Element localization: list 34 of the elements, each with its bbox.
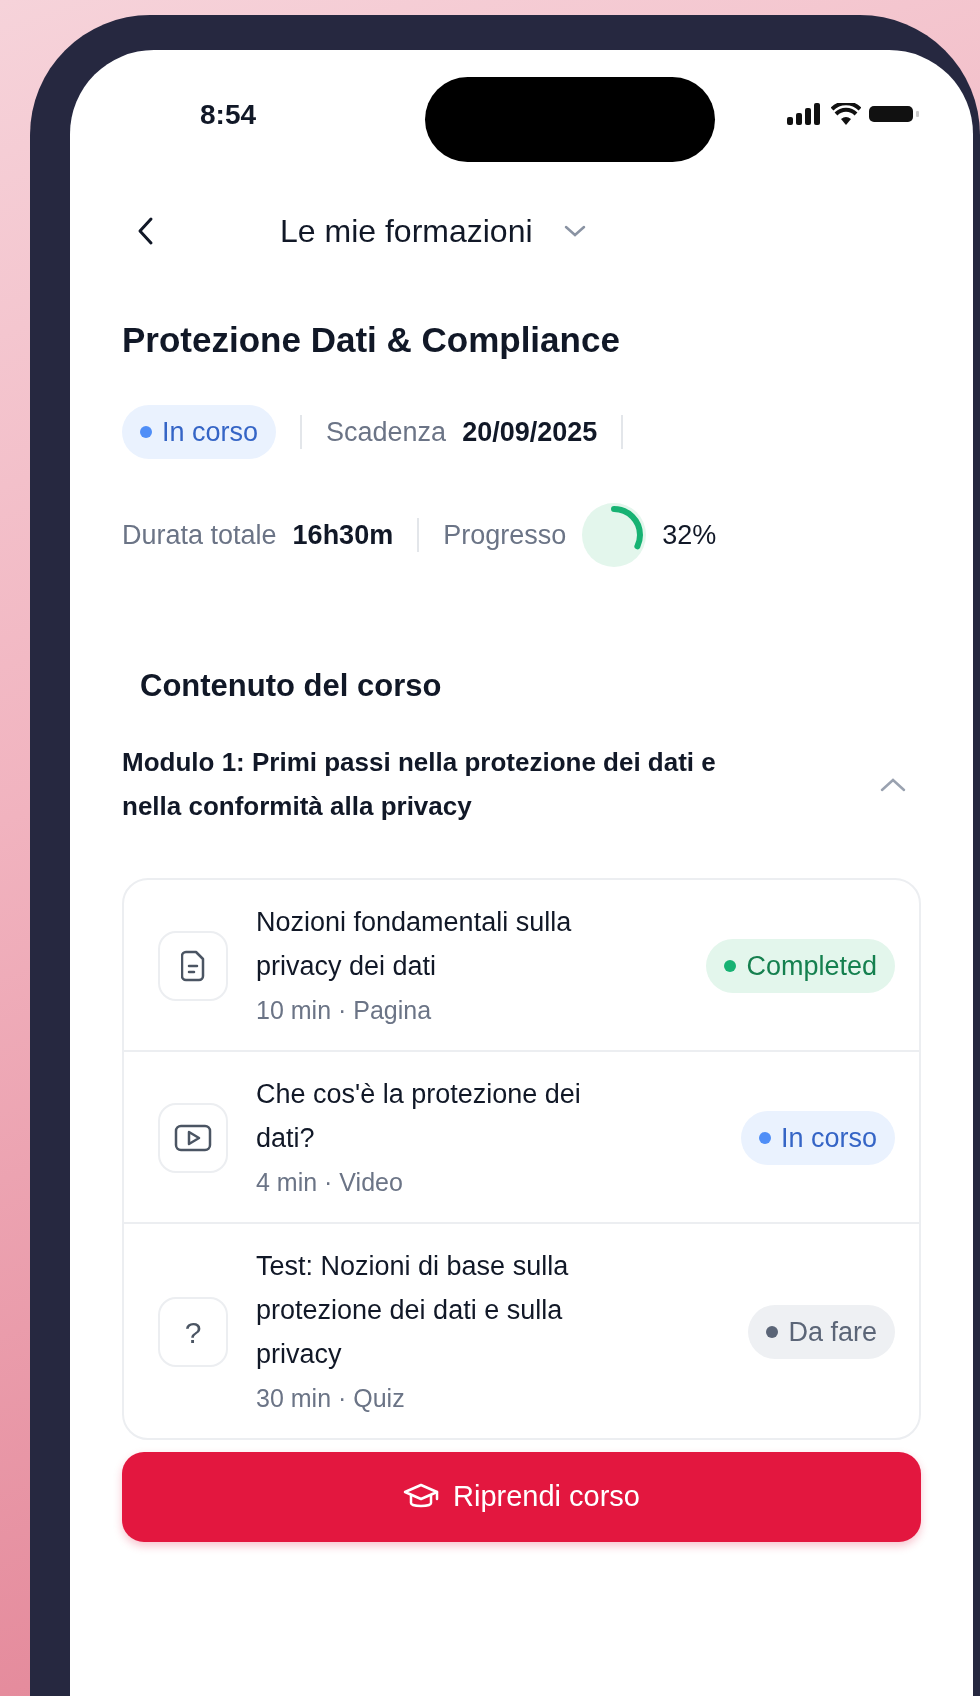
section-title: Contenuto del corso <box>140 667 443 705</box>
lesson-meta: 10 min · Pagina <box>256 995 433 1027</box>
status-pill: In corso <box>740 1111 895 1166</box>
chevron-down-icon <box>562 224 587 238</box>
lesson-row[interactable]: Che cos'è la protezione dei dati? 4 min · Video In corso <box>124 1050 919 1223</box>
battery-icon <box>869 104 921 124</box>
lesson-meta: 4 min · Video <box>256 1167 404 1199</box>
question-icon: ? <box>158 1297 228 1368</box>
duration-value: 16h30m <box>292 518 394 552</box>
chevron-up-icon <box>879 776 907 793</box>
module-title: Modulo 1: Primi passi nella protezione dei dati e nella conformità alla privacy <box>122 746 717 824</box>
deadline-value: 20/09/2025 <box>462 415 598 449</box>
status-pill: In corso <box>122 405 277 459</box>
signal-icon <box>787 103 823 125</box>
lesson-title: Test: Nozioni di base sulla protezione dei dati e sulla privacy <box>256 1250 570 1372</box>
play-glyph <box>174 1124 212 1153</box>
back-icon <box>136 216 154 246</box>
status-pill: Completed <box>706 939 895 994</box>
progress-reading: 32% <box>662 518 717 552</box>
duration-label: Durata totale <box>122 518 277 552</box>
header-title-dropdown[interactable]: Le mie formazioni <box>280 207 533 255</box>
resume-button[interactable]: Riprendi corso <box>122 1452 921 1543</box>
progress-label: Progresso <box>443 518 567 552</box>
lesson-title: Che cos'è la protezione dei dati? <box>256 1078 582 1156</box>
deadline-label: Scadenza <box>326 415 447 449</box>
status-pill: Da fare <box>748 1305 895 1360</box>
lesson-meta: 30 min · Quiz <box>256 1383 406 1415</box>
document-glyph <box>181 950 205 983</box>
status-time: 8:54 <box>200 98 257 132</box>
lesson-title: Nozioni fondamentali sulla privacy dei dati <box>256 906 573 984</box>
lesson-row[interactable]: ? Test: Nozioni di base sulla protezione dei dati e sulla privacy 30 min · Quiz Da fare <box>124 1222 919 1439</box>
wifi-icon <box>831 103 861 125</box>
course-title: Protezione Dati & Compliance <box>122 319 621 361</box>
lesson-row[interactable]: Nozioni fondamentali sulla privacy dei dati 10 min · Pagina Completed <box>124 880 919 1051</box>
